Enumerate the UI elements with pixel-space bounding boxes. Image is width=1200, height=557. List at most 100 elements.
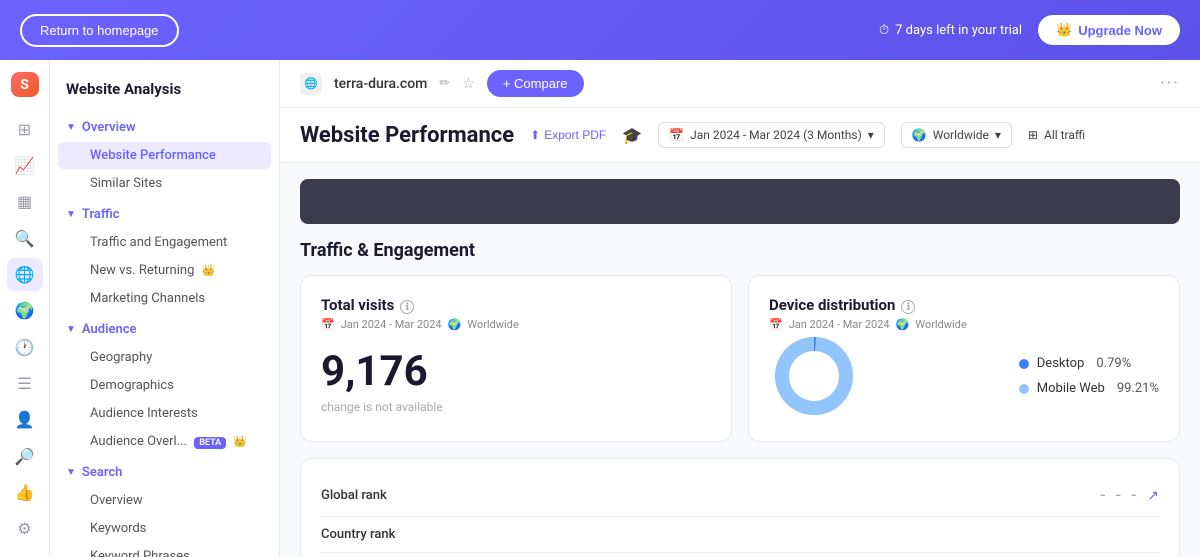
upgrade-now-button[interactable]: 👑 Upgrade Now xyxy=(1038,15,1180,45)
sidebar-item-traffic-engagement[interactable]: Traffic and Engagement xyxy=(58,229,271,256)
global-rank-row: Global rank - - - ↗ xyxy=(321,475,1159,517)
star-icon[interactable]: ☆ xyxy=(462,76,475,92)
device-legend: Desktop 0.79% Mobile Web 99.21% xyxy=(1019,356,1159,396)
return-to-homepage-button[interactable]: Return to homepage xyxy=(20,14,179,47)
chevron-down-icon-traffic: ▼ xyxy=(66,209,76,220)
device-dist-info-icon[interactable]: ℹ xyxy=(901,300,915,314)
chevron-down-icon-audience: ▼ xyxy=(66,324,76,335)
sub-header: 🌐 terra-dura.com ✏ ☆ + Compare ··· xyxy=(280,60,1200,108)
nav-section-audience: ▼ Audience Geography Demographics Audien… xyxy=(50,316,279,455)
calendar-icon-dd: 📅 xyxy=(769,318,783,331)
section-title: Traffic & Engagement xyxy=(300,240,1180,261)
sidebar-icon-bar[interactable]: ▦ xyxy=(7,186,43,218)
sidebar-item-website-performance[interactable]: Website Performance xyxy=(58,142,271,169)
mobile-legend-item: Mobile Web 99.21% xyxy=(1019,381,1159,396)
trial-text: ⏱ 7 days left in your trial xyxy=(879,23,1022,38)
global-rank-icon[interactable]: ↗ xyxy=(1147,488,1159,504)
icon-sidebar: S ⊞ 📈 ▦ 🔍 🌐 🌍 🕐 ☰ 👤 🔎 👍 ⚙ xyxy=(0,60,50,557)
country-rank-row: Country rank xyxy=(321,517,1159,553)
nav-section-traffic: ▼ Traffic Traffic and Engagement New vs.… xyxy=(50,201,279,312)
device-dist-title: Device distribution xyxy=(769,296,895,314)
calendar-icon-tv: 📅 xyxy=(321,318,335,331)
sidebar-icon-search2[interactable]: 🔎 xyxy=(7,440,43,472)
beta-badge: BETA xyxy=(194,437,226,449)
nav-section-overview-header[interactable]: ▼ Overview xyxy=(50,114,279,141)
upload-icon: ⬆ xyxy=(530,128,540,142)
sidebar-icon-thumb[interactable]: 👍 xyxy=(7,476,43,508)
traffic-filter[interactable]: ⊞ All traffi xyxy=(1028,128,1085,142)
global-rank-label: Global rank xyxy=(321,488,387,503)
sidebar-icon-search[interactable]: 🔍 xyxy=(7,222,43,254)
clock-icon: ⏱ xyxy=(879,23,889,38)
date-range-filter[interactable]: 📅 Jan 2024 - Mar 2024 (3 Months) ▾ xyxy=(658,122,885,148)
sidebar-item-new-vs-returning[interactable]: New vs. Returning 👑 xyxy=(58,257,271,284)
nav-section-search-header[interactable]: ▼ Search xyxy=(50,459,279,486)
desktop-pct: 0.79% xyxy=(1096,356,1131,371)
desktop-legend-item: Desktop 0.79% xyxy=(1019,356,1159,371)
sidebar-icon-globe2[interactable]: 🌍 xyxy=(7,295,43,327)
nav-sidebar: Website Analysis ▼ Overview Website Perf… xyxy=(50,60,280,557)
chevron-down-icon: ▼ xyxy=(66,122,76,133)
sidebar-icon-settings[interactable]: ⚙ xyxy=(7,513,43,545)
total-visits-title: Total visits xyxy=(321,296,394,314)
globe-icon-filter: 🌍 xyxy=(912,128,927,142)
sidebar-item-audience-interests[interactable]: Audience Interests xyxy=(58,400,271,427)
country-rank-label: Country rank xyxy=(321,527,395,542)
main-layout: S ⊞ 📈 ▦ 🔍 🌐 🌍 🕐 ☰ 👤 🔎 👍 ⚙ Website Analys… xyxy=(0,60,1200,557)
chevron-down-icon-search: ▼ xyxy=(66,467,76,478)
globe-icon-tv: 🌍 xyxy=(448,318,462,331)
traffic-icon: ⊞ xyxy=(1028,128,1038,142)
app-logo: S xyxy=(11,72,39,97)
top-bar-right: ⏱ 7 days left in your trial 👑 Upgrade No… xyxy=(879,15,1180,45)
content-header: Website Performance ⬆ Export PDF 🎓 📅 Jan… xyxy=(280,108,1200,163)
crown-icon-new-vs-returning: 👑 xyxy=(202,264,216,277)
compare-button[interactable]: + Compare xyxy=(487,70,584,97)
nav-section-audience-header[interactable]: ▼ Audience xyxy=(50,316,279,343)
sidebar-icon-clock[interactable]: 🕐 xyxy=(7,331,43,363)
device-dist-subtitle: 📅 Jan 2024 - Mar 2024 🌍 Worldwide xyxy=(769,318,1159,331)
sidebar-icon-dashboard[interactable]: ⊞ xyxy=(7,113,43,145)
metrics-row: Total visits ℹ 📅 Jan 2024 - Mar 2024 🌍 W… xyxy=(300,275,1180,442)
donut-chart xyxy=(769,331,859,421)
nav-section-traffic-header[interactable]: ▼ Traffic xyxy=(50,201,279,228)
crown-icon: 👑 xyxy=(1056,22,1072,38)
total-visits-change: change is not available xyxy=(321,400,711,414)
export-pdf-button[interactable]: ⬆ Export PDF xyxy=(530,128,606,142)
global-rank-dashes: - - - xyxy=(1100,485,1139,506)
sidebar-item-keywords[interactable]: Keywords xyxy=(58,515,271,542)
rank-card: Global rank - - - ↗ Country rank xyxy=(300,458,1180,557)
crown-icon-audience-overlay: 👑 xyxy=(233,435,247,448)
calendar-icon: 📅 xyxy=(669,128,684,142)
chevron-down-icon-date: ▾ xyxy=(868,128,874,142)
globe-icon-dd: 🌍 xyxy=(896,318,910,331)
mobile-pct: 99.21% xyxy=(1117,381,1159,396)
device-card-inner: Desktop 0.79% Mobile Web 99.21% xyxy=(769,331,1159,421)
total-visits-card: Total visits ℹ 📅 Jan 2024 - Mar 2024 🌍 W… xyxy=(300,275,732,442)
more-options-button[interactable]: ··· xyxy=(1160,73,1180,94)
mobile-dot xyxy=(1019,384,1029,394)
total-visits-info-icon[interactable]: ℹ xyxy=(400,300,414,314)
sidebar-item-similar-sites[interactable]: Similar Sites xyxy=(58,170,271,197)
chevron-down-icon-geo: ▾ xyxy=(995,128,1001,142)
sidebar-icon-person[interactable]: 👤 xyxy=(7,404,43,436)
promo-banner xyxy=(300,179,1180,224)
sidebar-item-geography[interactable]: Geography xyxy=(58,344,271,371)
total-visits-value: 9,176 xyxy=(321,347,711,396)
app-title: Website Analysis xyxy=(50,72,279,114)
sidebar-item-keyword-phrases[interactable]: Keyword Phrases xyxy=(58,543,271,557)
sidebar-item-marketing-channels[interactable]: Marketing Channels xyxy=(58,285,271,312)
device-distribution-card: Device distribution ℹ 📅 Jan 2024 - Mar 2… xyxy=(748,275,1180,442)
edit-icon[interactable]: ✏ xyxy=(439,76,450,91)
graduation-icon[interactable]: 🎓 xyxy=(622,126,642,145)
sidebar-icon-list[interactable]: ☰ xyxy=(7,367,43,399)
main-content: 🌐 terra-dura.com ✏ ☆ + Compare ··· Websi… xyxy=(280,60,1200,557)
sidebar-item-demographics[interactable]: Demographics xyxy=(58,372,271,399)
site-url: terra-dura.com xyxy=(334,76,427,92)
sidebar-icon-globe[interactable]: 🌐 xyxy=(7,258,43,290)
total-visits-subtitle: 📅 Jan 2024 - Mar 2024 🌍 Worldwide xyxy=(321,318,711,331)
sidebar-item-search-overview[interactable]: Overview xyxy=(58,487,271,514)
geo-filter[interactable]: 🌍 Worldwide ▾ xyxy=(901,122,1012,148)
sidebar-icon-chart[interactable]: 📈 xyxy=(7,149,43,181)
site-favicon: 🌐 xyxy=(300,73,322,95)
sidebar-item-audience-overlay[interactable]: Audience Overl... BETA 👑 xyxy=(58,428,271,455)
